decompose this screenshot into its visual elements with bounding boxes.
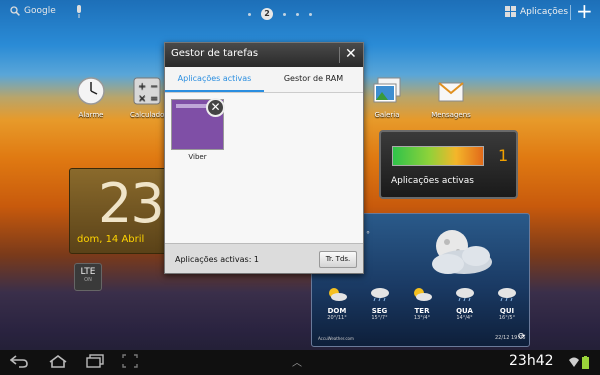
status-icons[interactable]: [568, 356, 589, 369]
refresh-icon[interactable]: ⟳: [518, 332, 526, 342]
screenshot-icon[interactable]: [122, 354, 138, 368]
apps-label: Aplicações: [520, 6, 569, 17]
active-apps-count: 1: [498, 146, 509, 165]
apps-button[interactable]: Aplicações: [505, 6, 568, 17]
app-name: Viber: [188, 153, 207, 161]
partly-sunny-icon: [414, 288, 432, 301]
forecast-day-name: SEG: [371, 307, 388, 315]
google-search-button[interactable]: Google: [10, 6, 56, 16]
clock-time: 23: [98, 172, 165, 235]
divider: [570, 5, 571, 20]
app-thumbnail-viber[interactable]: ✕: [171, 98, 225, 150]
back-icon[interactable]: [10, 354, 28, 368]
mic-icon[interactable]: [76, 5, 82, 18]
apps-grid-icon: [505, 6, 516, 17]
forecast-day-name: TER: [414, 307, 430, 315]
dialog-footer: Aplicações activas: 1 Tr. Tds.: [165, 243, 363, 273]
active-apps-label: Aplicações activas: [391, 176, 474, 186]
forecast-day: QUI 16°/5°: [488, 286, 526, 321]
gallery-icon: [373, 77, 401, 103]
shortcut-label: Galeria: [374, 111, 400, 119]
forecast-range: 15°/7°: [371, 315, 388, 321]
svg-text:×: ×: [138, 93, 146, 104]
rain-icon: [455, 288, 474, 302]
rain-icon: [370, 288, 389, 302]
forecast-range: 20°/11°: [327, 315, 347, 321]
alarm-shortcut[interactable]: Alarme: [72, 76, 110, 119]
cloudy-night-icon: [432, 230, 492, 274]
active-apps-widget[interactable]: 1 Aplicações activas: [379, 130, 518, 199]
clock-widget[interactable]: 23 dom, 14 Abril: [69, 168, 169, 254]
close-all-button[interactable]: Tr. Tds.: [319, 251, 357, 268]
active-apps-total: Aplicações activas: 1: [175, 255, 260, 264]
page-dot-active: 2: [261, 8, 273, 20]
messages-icon: [438, 82, 464, 102]
page-dot: [283, 12, 286, 16]
calculator-shortcut[interactable]: + − × = Calculado: [130, 76, 164, 119]
battery-icon: [582, 356, 589, 369]
page-dot: [296, 12, 299, 16]
forecast-day: QUA 14°/4°: [446, 286, 484, 321]
tab-active-apps[interactable]: Aplicações activas: [165, 67, 264, 92]
shortcut-label: Mensagens: [431, 111, 471, 119]
active-apps-meter: [392, 146, 484, 166]
add-icon[interactable]: +: [576, 1, 593, 21]
partly-sunny-icon: [329, 288, 347, 301]
forecast-day-name: QUI: [499, 307, 515, 315]
svg-text:=: =: [150, 93, 158, 104]
system-bar: ︿ 23h42: [0, 350, 600, 375]
task-manager-dialog: Gestor de tarefas ✕ Aplicações activas G…: [164, 42, 364, 274]
dialog-title: Gestor de tarefas: [171, 48, 259, 59]
close-icon[interactable]: ✕: [345, 45, 357, 63]
google-label: Google: [24, 6, 56, 16]
home-icon[interactable]: [48, 354, 68, 368]
recent-apps-icon[interactable]: [86, 354, 104, 368]
search-icon: [10, 6, 20, 16]
shortcut-label: Calculado: [130, 111, 165, 119]
forecast-day: SEG 15°/7°: [361, 286, 399, 321]
close-app-icon[interactable]: ✕: [206, 98, 225, 117]
top-bar: Google 2 Aplicações +: [0, 0, 600, 26]
svg-text:+: +: [138, 81, 146, 92]
weather-brand: AccuWeather.com: [318, 336, 354, 341]
active-apps-list: ✕ Viber: [165, 93, 363, 243]
forecast-day-name: QUA: [456, 307, 473, 315]
messages-shortcut[interactable]: Mensagens: [428, 76, 474, 119]
forecast-day: TER 13°/4°: [403, 286, 441, 321]
rain-icon: [498, 288, 516, 302]
current-temperature: °: [366, 230, 370, 239]
lte-status: ON: [84, 277, 92, 283]
divider: [339, 47, 340, 63]
clock-date: dom, 14 Abril: [77, 234, 145, 245]
clock-icon: [77, 77, 105, 105]
status-time[interactable]: 23h42: [509, 353, 554, 369]
wifi-icon: [569, 357, 579, 367]
dialog-header: Gestor de tarefas ✕: [165, 43, 363, 67]
thumbnail-preview-bar: [176, 104, 208, 108]
page-dot: [309, 12, 312, 16]
chevron-up-icon[interactable]: ︿: [292, 354, 302, 369]
forecast-range: 14°/4°: [456, 315, 473, 321]
page-dot: [248, 12, 251, 16]
forecast-range: 13°/4°: [413, 315, 431, 321]
lte-label: LTE: [80, 267, 96, 277]
svg-text:−: −: [150, 81, 158, 92]
calculator-icon: + − × =: [133, 77, 161, 105]
page-indicator[interactable]: 2: [248, 8, 312, 20]
forecast-day: DOM 20°/11°: [318, 286, 356, 321]
forecast-day-name: DOM: [327, 307, 347, 315]
tab-ram-manager[interactable]: Gestor de RAM: [264, 67, 363, 92]
lte-toggle[interactable]: LTE ON: [74, 263, 102, 291]
forecast-range: 16°/5°: [498, 315, 516, 321]
shortcut-label: Alarme: [78, 111, 104, 119]
dialog-tabs: Aplicações activas Gestor de RAM: [165, 67, 363, 93]
weather-forecast: DOM 20°/11° SEG 15°/7° TER 13°/4° QUA 14…: [318, 286, 526, 321]
gallery-shortcut[interactable]: Galeria: [367, 76, 407, 119]
